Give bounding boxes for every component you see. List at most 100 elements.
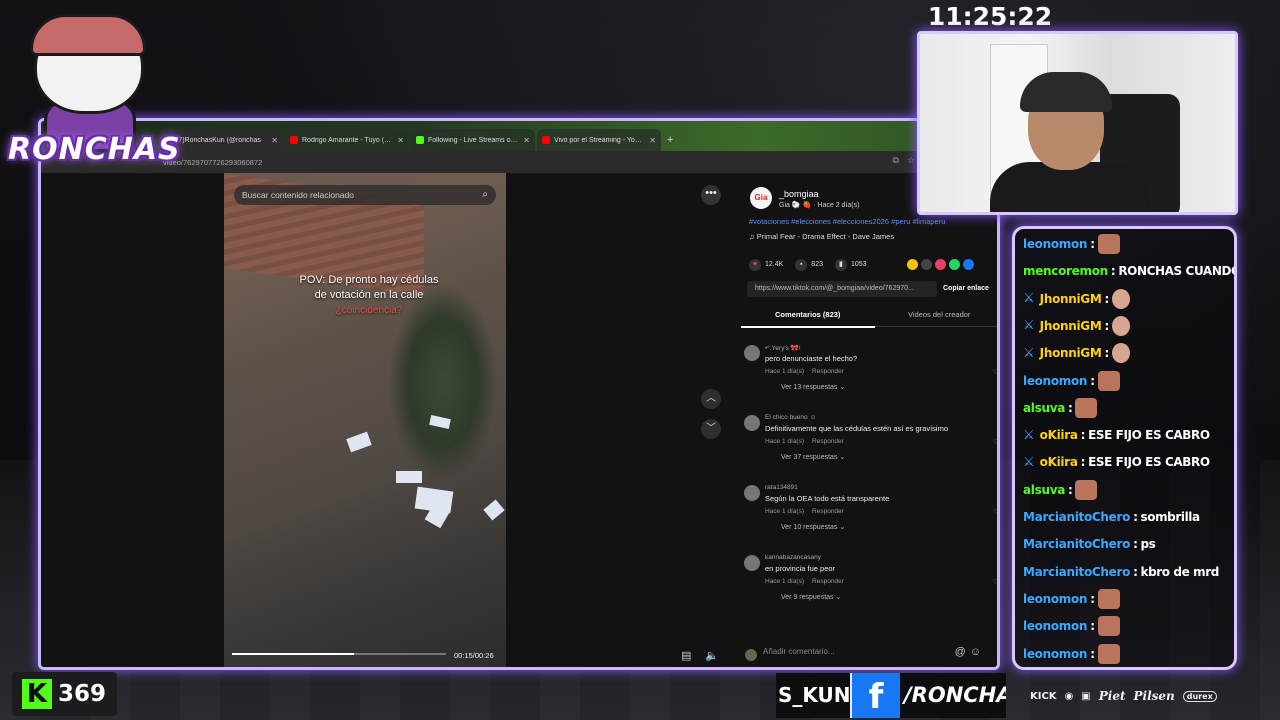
commenter-name[interactable]: karinabazancasany [765, 554, 821, 561]
video-player[interactable]: Buscar contenido relacionado ⌕ POV: De p… [224, 173, 506, 667]
comment-meta: Hace 1 día(s) Responder [765, 578, 844, 585]
new-tab-button[interactable]: + [667, 129, 673, 151]
chevron-down-icon[interactable]: ﹀ [701, 419, 721, 439]
sword-badge-icon: ⚔ [1023, 291, 1035, 307]
comment-stat[interactable]: ▪ 823 [795, 259, 823, 271]
commenter-name[interactable]: •°.Yery's 🎀! [765, 344, 801, 352]
chat-username[interactable]: mencoremon [1023, 264, 1108, 278]
chat-message: leonomon: [1023, 233, 1120, 255]
browser-tab[interactable]: Vivo por el Streaming - YouTub ✕ [537, 129, 661, 151]
reply-button[interactable]: Responder [812, 368, 844, 375]
post-hashtags[interactable]: #votaciones #elecciones #elecciones2026 … [749, 217, 945, 226]
emoji-share-icon[interactable] [907, 259, 918, 270]
commenter-avatar[interactable] [744, 555, 760, 571]
post-link[interactable]: https://www.tiktok.com/@_bomgiaa/video/7… [747, 281, 937, 297]
comment-icon: ▪ [795, 259, 808, 271]
browser-tab[interactable]: Following - Live Streams on K ✕ [411, 129, 535, 151]
post-music[interactable]: ♫ Primal Fear - Drama Effect - Dave Jame… [749, 232, 894, 241]
chat-username[interactable]: leonomon [1023, 237, 1087, 251]
chat-username[interactable]: leonomon [1023, 647, 1087, 661]
reply-button[interactable]: Responder [812, 508, 844, 515]
copy-link-button[interactable]: Copiar enlace [943, 281, 989, 297]
comment-text: pero denunciaste el hecho? [765, 354, 858, 363]
send-icon[interactable] [935, 259, 946, 270]
star-icon[interactable]: ☆ [907, 155, 915, 166]
comment-time: Hace 1 día(s) [765, 438, 805, 445]
author-avatar[interactable]: Gia [750, 187, 772, 209]
reply-button[interactable]: Responder [812, 578, 844, 585]
sword-badge-icon: ⚔ [1023, 427, 1035, 443]
volume-icon[interactable]: 🔈 [705, 649, 719, 662]
search-icon[interactable]: ⌕ [482, 189, 488, 200]
cast-icon[interactable]: ⧉ [892, 155, 898, 166]
chat-username[interactable]: leonomon [1023, 619, 1087, 633]
chat-colon: : [1090, 619, 1095, 634]
browser-tab[interactable]: Rodrigo Amarante - Tuyo (Nar ✕ [285, 129, 409, 151]
chat-username[interactable]: MarcianitoChero [1023, 565, 1130, 579]
heart-icon[interactable]: ♡ [993, 578, 997, 586]
emoji-icon[interactable]: ☺ [970, 646, 985, 658]
chat-message: MarcianitoChero: kbro de mrd [1023, 561, 1219, 583]
chat-colon: : [1090, 237, 1095, 251]
chat-username[interactable]: MarcianitoChero [1023, 537, 1130, 551]
like-stat[interactable]: ♥ 12.4K [749, 259, 783, 271]
webcam-streamer-beanie [1020, 72, 1112, 112]
tab-title: Following - Live Streams on K [428, 136, 520, 144]
chevron-up-icon[interactable]: ︿ [701, 389, 721, 409]
chat-message: MarcianitoChero: sombrilla [1023, 506, 1200, 528]
view-replies-button[interactable]: Ver 10 respuestas ⌄ [781, 523, 845, 531]
chat-colon: : [1068, 400, 1073, 415]
author-name[interactable]: _bomgiaa [779, 189, 819, 199]
related-search-input[interactable]: Buscar contenido relacionado ⌕ [234, 185, 496, 205]
view-replies-button[interactable]: Ver 9 respuestas ⌄ [781, 593, 841, 601]
heart-icon[interactable]: ♡ [993, 508, 997, 516]
commenter-avatar[interactable] [744, 415, 760, 431]
commenter-name[interactable]: El chico bueno ☺ [765, 414, 816, 421]
tab-title: (7)RonchasKun (@ronchas [176, 136, 261, 144]
chat-username[interactable]: JhonniGM [1040, 346, 1102, 360]
chat-username[interactable]: leonomon [1023, 374, 1087, 388]
commenter-name[interactable]: rata134891 [765, 484, 798, 491]
ballot-paper [396, 471, 422, 483]
close-icon[interactable]: ✕ [523, 136, 530, 145]
commenter-avatar[interactable] [744, 485, 760, 501]
close-icon[interactable]: ✕ [271, 136, 278, 145]
chat-username[interactable]: JhonniGM [1040, 292, 1102, 306]
chat-username[interactable]: MarcianitoChero [1023, 510, 1130, 524]
caption-line-2: de votación en la calle [314, 289, 424, 301]
chat-message: ⚔ JhonniGM: [1023, 315, 1130, 337]
tab-creator-videos[interactable]: Videos del creador [908, 310, 970, 319]
chat-username[interactable]: oKiira [1040, 455, 1078, 469]
facebook-share-icon[interactable] [963, 259, 974, 270]
chat-message: alsuva: [1023, 479, 1098, 501]
chat-message: leonomon: [1023, 643, 1120, 665]
chat-username[interactable]: leonomon [1023, 592, 1087, 606]
captions-icon[interactable]: ▤ [681, 649, 691, 662]
view-replies-button[interactable]: Ver 13 respuestas ⌄ [781, 383, 845, 391]
close-icon[interactable]: ✕ [649, 136, 656, 145]
whatsapp-icon[interactable] [949, 259, 960, 270]
heart-icon[interactable]: ♡ [993, 368, 997, 376]
add-comment-input[interactable]: Añadir comentario... [763, 647, 835, 656]
tab-comments[interactable]: Comentarios (823) [775, 310, 840, 319]
chat-username[interactable]: oKiira [1040, 428, 1078, 442]
chat-username[interactable]: JhonniGM [1040, 319, 1102, 333]
reply-button[interactable]: Responder [812, 438, 844, 445]
logo-mascot-cap [30, 14, 146, 56]
chat-username[interactable]: alsuva [1023, 483, 1065, 497]
commenter-avatar[interactable] [744, 345, 760, 361]
close-icon[interactable]: ✕ [397, 136, 404, 145]
comment-item: •°.Yery's 🎀! pero denunciaste el hecho? Ha… [741, 343, 997, 411]
chat-username[interactable]: alsuva [1023, 401, 1065, 415]
mention-icon[interactable]: @ [955, 646, 970, 658]
chat-colon: : [1133, 537, 1138, 552]
more-options-icon[interactable]: ••• [701, 185, 721, 205]
address-bar[interactable]: video/7629707726293060872 ⧉ ☆ [41, 151, 997, 173]
view-replies-button[interactable]: Ver 37 respuestas ⌄ [781, 453, 845, 461]
video-progress-bar[interactable] [232, 653, 446, 655]
save-stat[interactable]: ▮ 1053 [834, 259, 867, 271]
chat-text: ps [1140, 537, 1156, 552]
sword-badge-icon: ⚔ [1023, 345, 1035, 361]
heart-icon[interactable]: ♡ [993, 438, 997, 446]
embed-icon[interactable] [921, 259, 932, 270]
